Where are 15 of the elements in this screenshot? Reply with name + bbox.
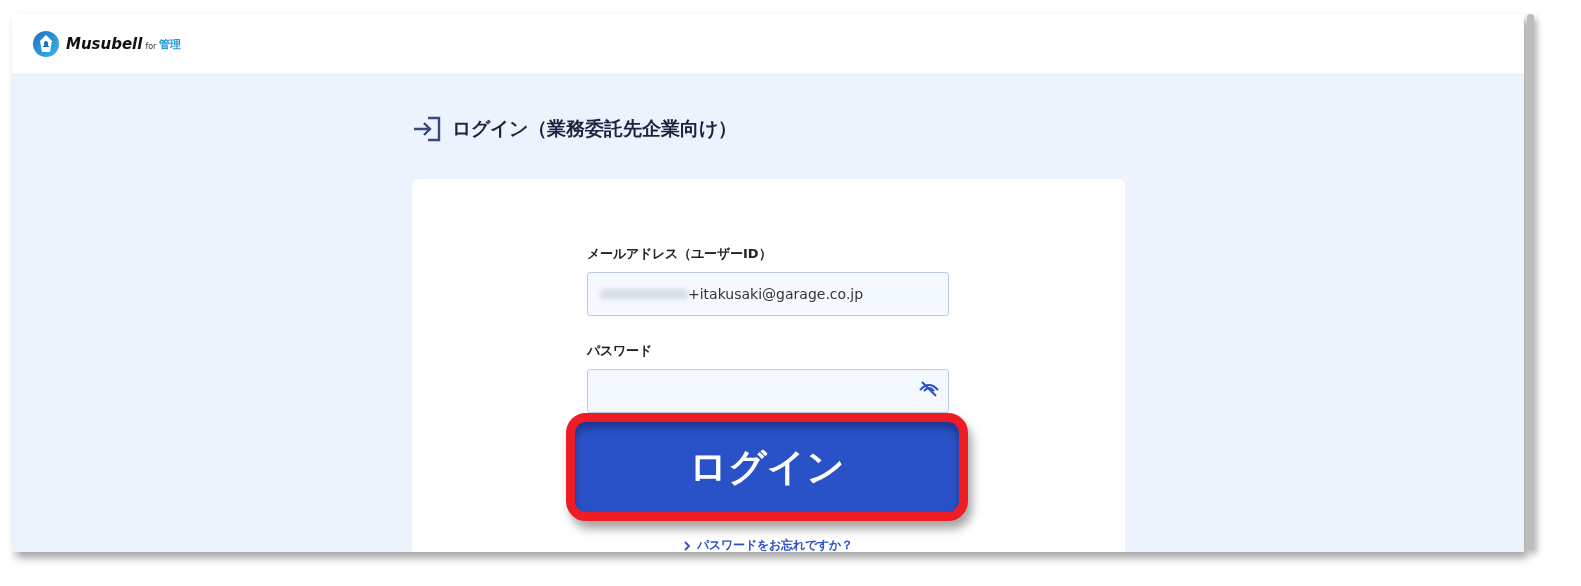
page-title: ログイン（業務委託先企業向け） [451,116,737,141]
password-field[interactable] [587,369,949,413]
field-label: メールアドレス（ユーザーID） [587,245,773,263]
logo-wordmark: Musubell [66,35,143,53]
logo-for-text: for [145,42,157,51]
logo-suffix-text: 管理 [159,36,182,52]
chevron-right-icon [683,540,691,551]
forgot-password-link[interactable]: パスワードをお忘れですか？ [683,537,853,552]
email-field[interactable]: +itakusaki@garage.co.jp [587,272,949,316]
pen-nib-logo-icon [33,31,59,57]
enlarged-login-button[interactable]: ログイン [566,413,968,521]
hidden-eye-icon[interactable] [918,380,940,398]
field-label: パスワード [587,342,653,360]
login-arrow-icon [411,115,442,143]
scrollbar[interactable] [1527,14,1534,550]
